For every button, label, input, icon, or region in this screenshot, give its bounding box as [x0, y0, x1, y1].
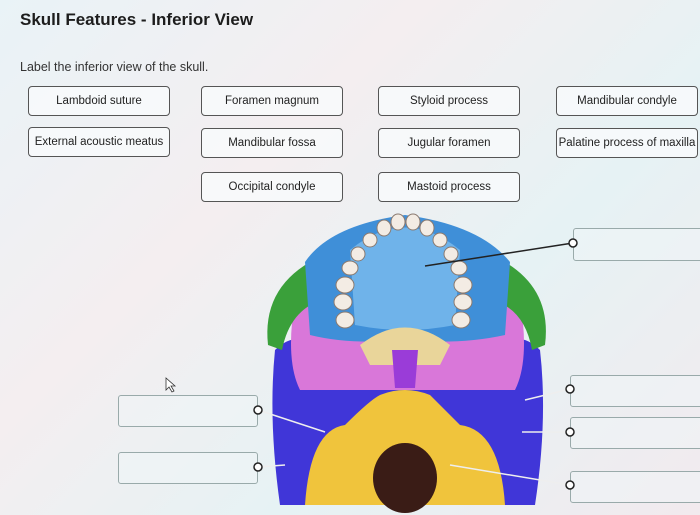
mouse-cursor-icon — [165, 377, 177, 393]
foramen-magnum — [373, 443, 437, 513]
vomer — [392, 350, 418, 388]
skull-diagram — [165, 213, 578, 513]
